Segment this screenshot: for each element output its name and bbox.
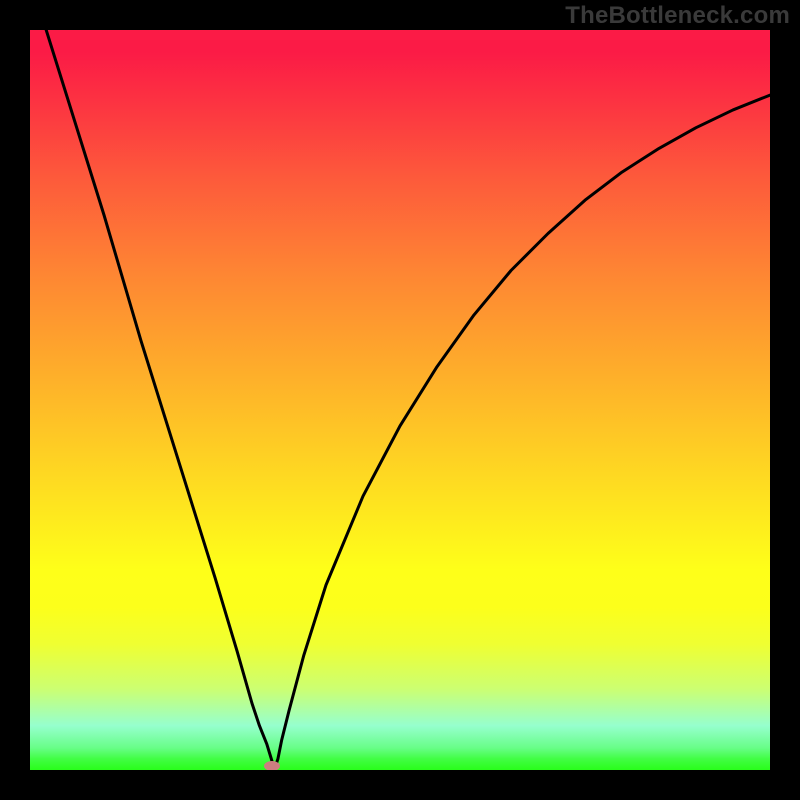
bottleneck-curve xyxy=(30,30,770,770)
watermark-text: TheBottleneck.com xyxy=(565,2,790,30)
chart-frame: TheBottleneck.com xyxy=(0,0,800,800)
minimum-marker xyxy=(264,761,280,770)
plot-area xyxy=(30,30,770,770)
